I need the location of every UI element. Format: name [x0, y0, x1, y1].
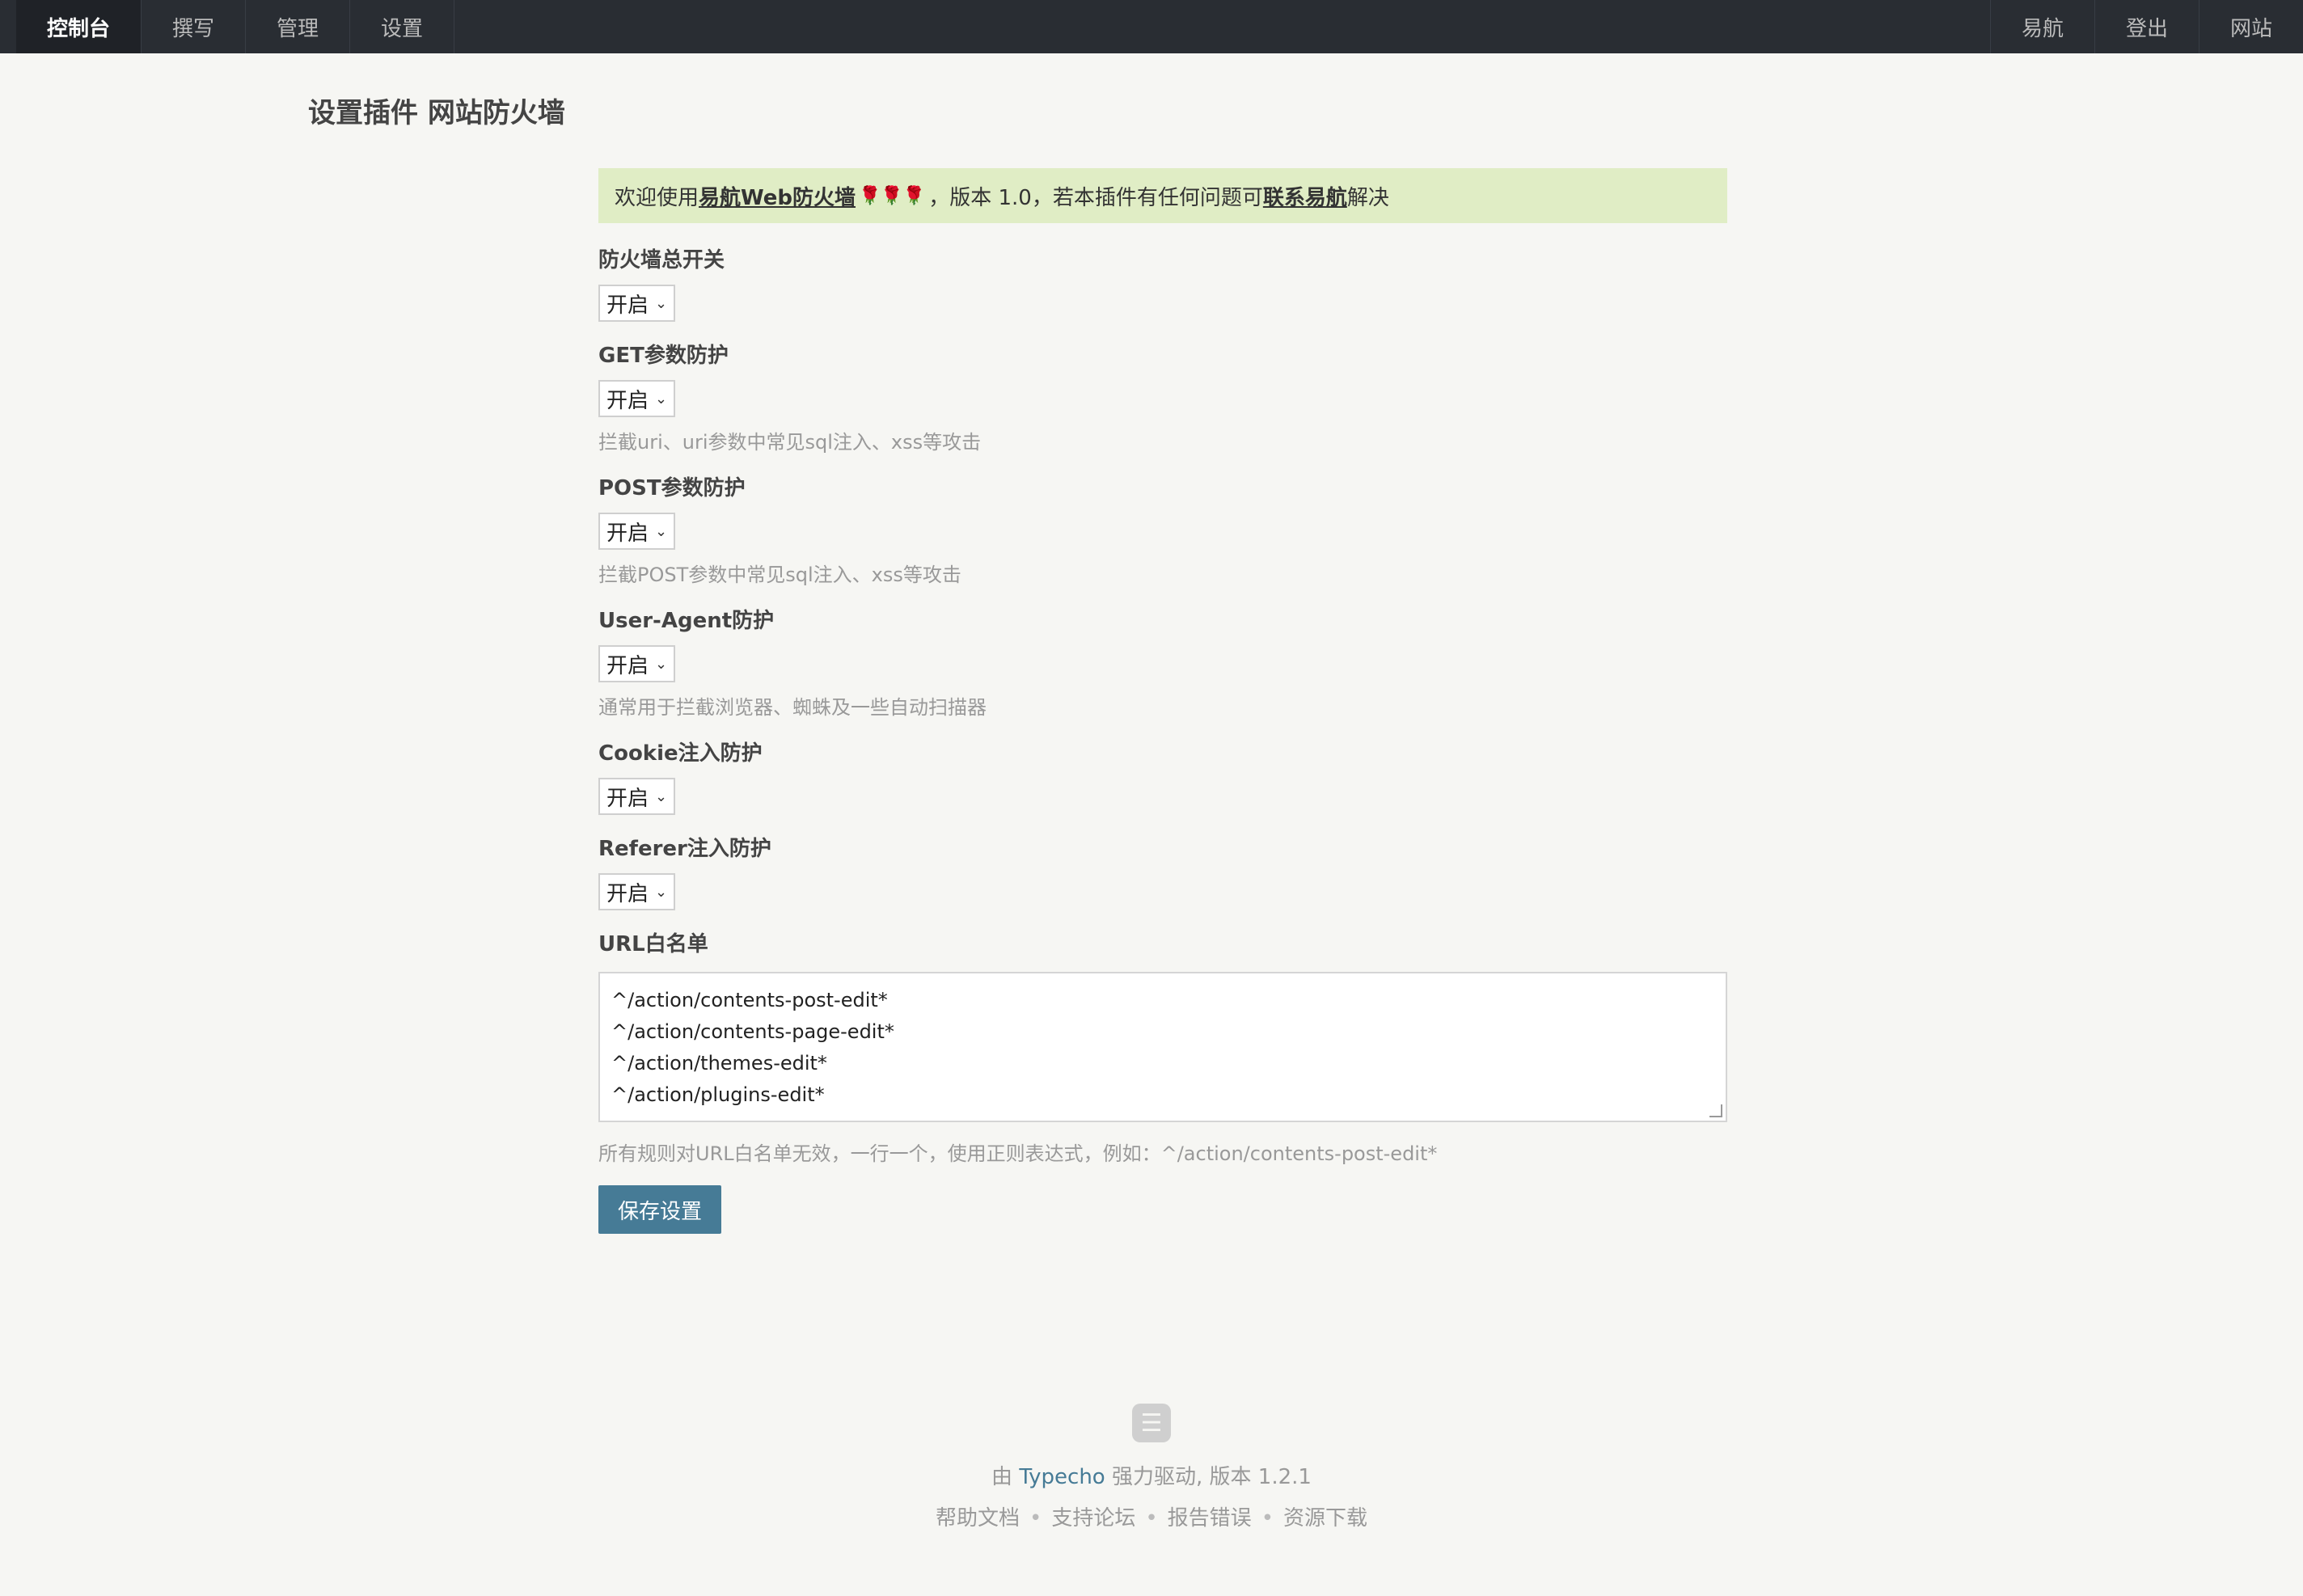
field-cookie-protection: Cookie注入防护 开启 ⌄	[598, 739, 1727, 815]
get-protection-select[interactable]: 开启 ⌄	[598, 380, 676, 417]
plugin-settings-form: 欢迎使用 易航Web防火墙 🌹🌹🌹 ，版本 1.0，若本插件有任何问题可 联系易…	[598, 168, 1727, 1234]
select-value: 开启	[606, 653, 649, 678]
save-settings-button[interactable]: 保存设置	[598, 1185, 722, 1234]
powered-by: 由 Typecho 强力驱动, 版本 1.2.1	[0, 1460, 2303, 1490]
separator: •	[1261, 1506, 1274, 1531]
help-docs-link[interactable]: 帮助文档	[936, 1506, 1020, 1531]
whitelist-line: ^/action/themes-edit*	[611, 1052, 827, 1075]
referer-protection-select[interactable]: 开启 ⌄	[598, 873, 676, 910]
field-url-whitelist: URL白名单 ^/action/contents-post-edit* ^/ac…	[598, 930, 1727, 1166]
select-value: 开启	[606, 786, 649, 811]
field-label: POST参数防护	[598, 476, 746, 500]
notice-banner: 欢迎使用 易航Web防火墙 🌹🌹🌹 ，版本 1.0，若本插件有任何问题可 联系易…	[598, 168, 1727, 223]
typecho-link[interactable]: Typecho	[1019, 1465, 1105, 1489]
whitelist-line: ^/action/plugins-edit*	[611, 1083, 825, 1106]
contact-link[interactable]: 联系易航	[1263, 181, 1347, 211]
separator: •	[1029, 1506, 1042, 1531]
field-firewall-switch: 防火墙总开关 开启 ⌄	[598, 246, 1727, 322]
notice-middle: ，版本 1.0，若本插件有任何问题可	[928, 185, 1263, 210]
chevron-down-icon: ⌄	[655, 883, 668, 901]
field-label: URL白名单	[598, 932, 708, 956]
footer-links: 帮助文档 • 支持论坛 • 报告错误 • 资源下载	[0, 1501, 2303, 1531]
post-protection-select[interactable]: 开启 ⌄	[598, 513, 676, 550]
chevron-down-icon: ⌄	[655, 294, 668, 312]
cookie-protection-select[interactable]: 开启 ⌄	[598, 778, 676, 815]
select-value: 开启	[606, 521, 649, 546]
rose-icon: 🌹🌹🌹	[859, 185, 926, 206]
nav-item-logout[interactable]: 登出	[2094, 0, 2199, 53]
field-referer-protection: Referer注入防护 开启 ⌄	[598, 834, 1727, 910]
resource-download-link[interactable]: 资源下载	[1283, 1506, 1367, 1531]
select-value: 开启	[606, 881, 649, 906]
field-description: 拦截uri、uri参数中常见sql注入、xss等攻击	[598, 431, 982, 454]
field-description: 所有规则对URL白名单无效，一行一个，使用正则表达式，例如：^/action/c…	[598, 1142, 1438, 1165]
nav-item-write[interactable]: 撰写	[142, 0, 247, 53]
whitelist-line: ^/action/contents-page-edit*	[611, 1020, 894, 1043]
field-label: Cookie注入防护	[598, 741, 763, 766]
field-label: 防火墙总开关	[598, 248, 725, 272]
notice-suffix: 解决	[1346, 185, 1389, 210]
nav-right: 易航 登出 网站	[1989, 0, 2303, 53]
nav-item-user[interactable]: 易航	[1989, 0, 2094, 53]
nav-item-settings[interactable]: 设置	[350, 0, 455, 53]
powered-prefix: 由	[991, 1465, 1020, 1489]
field-label: GET参数防护	[598, 344, 729, 368]
field-description: 拦截POST参数中常见sql注入、xss等攻击	[598, 564, 961, 586]
page-title: 设置插件 网站防火墙	[308, 97, 565, 129]
nav-left: 控制台 撰写 管理 设置	[0, 0, 455, 53]
chevron-down-icon: ⌄	[655, 655, 668, 673]
footer: ☰ 由 Typecho 强力驱动, 版本 1.2.1 帮助文档 • 支持论坛 • 报告错…	[0, 1404, 2303, 1531]
field-label: User-Agent防护	[598, 609, 775, 633]
resize-handle-icon[interactable]	[1709, 1104, 1722, 1117]
support-forum-link[interactable]: 支持论坛	[1051, 1506, 1135, 1531]
field-user-agent-protection: User-Agent防护 开启 ⌄ 通常用于拦截浏览器、蜘蛛及一些自动扫描器	[598, 606, 1727, 720]
nav-item-site[interactable]: 网站	[2198, 0, 2303, 53]
top-nav: 控制台 撰写 管理 设置 易航 登出 网站	[0, 0, 2303, 53]
field-get-protection: GET参数防护 开启 ⌄ 拦截uri、uri参数中常见sql注入、xss等攻击	[598, 341, 1727, 454]
firewall-switch-select[interactable]: 开启 ⌄	[598, 285, 676, 322]
powered-suffix: 强力驱动, 版本 1.2.1	[1105, 1465, 1312, 1489]
nav-item-manage[interactable]: 管理	[246, 0, 351, 53]
separator: •	[1145, 1506, 1158, 1531]
plugin-link[interactable]: 易航Web防火墙	[699, 181, 856, 211]
typecho-logo-icon: ☰	[1132, 1404, 1171, 1442]
field-post-protection: POST参数防护 开启 ⌄ 拦截POST参数中常见sql注入、xss等攻击	[598, 474, 1727, 587]
chevron-down-icon: ⌄	[655, 522, 668, 540]
notice-prefix: 欢迎使用	[615, 185, 699, 210]
chevron-down-icon: ⌄	[655, 390, 668, 407]
select-value: 开启	[606, 388, 649, 413]
user-agent-protection-select[interactable]: 开启 ⌄	[598, 645, 676, 682]
field-label: Referer注入防护	[598, 837, 771, 861]
url-whitelist-textarea[interactable]: ^/action/contents-post-edit* ^/action/co…	[598, 972, 1727, 1122]
select-value: 开启	[606, 293, 649, 318]
chevron-down-icon: ⌄	[655, 787, 668, 805]
report-bug-link[interactable]: 报告错误	[1168, 1506, 1252, 1531]
whitelist-line: ^/action/contents-post-edit*	[611, 989, 888, 1011]
nav-item-dashboard[interactable]: 控制台	[16, 0, 142, 53]
field-description: 通常用于拦截浏览器、蜘蛛及一些自动扫描器	[598, 696, 987, 719]
